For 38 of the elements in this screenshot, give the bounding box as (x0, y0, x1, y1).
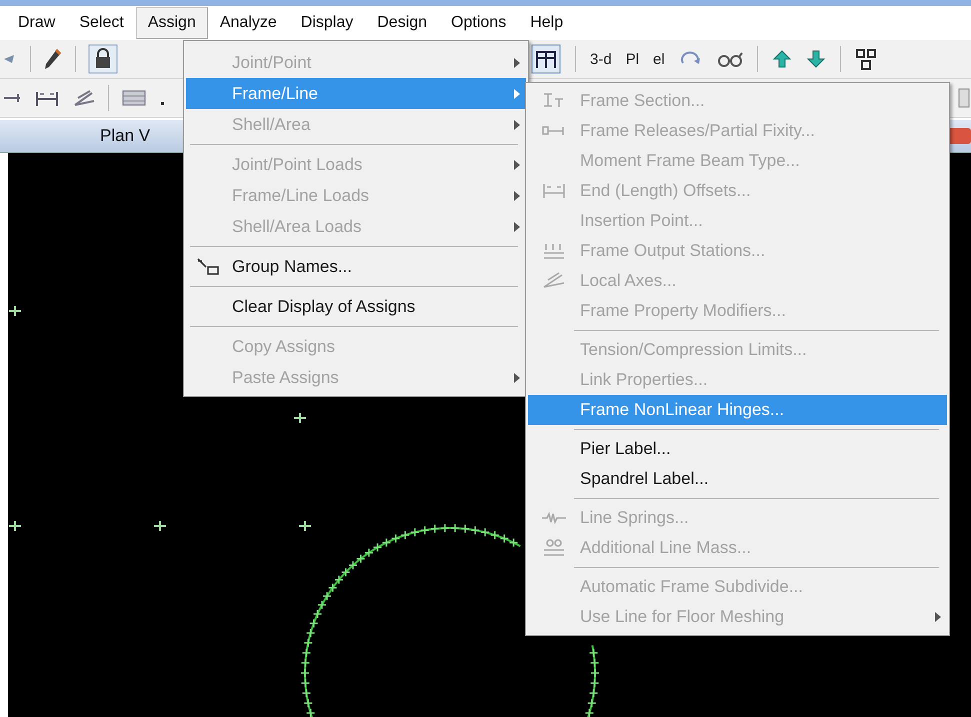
menu-bar-item[interactable]: Assign (136, 7, 208, 39)
curved-beam-drawing (583, 645, 600, 717)
joint-marker (153, 520, 167, 532)
lock-icon[interactable] (88, 44, 118, 74)
menu-bar-item[interactable]: Design (365, 7, 440, 39)
pencil-icon[interactable] (43, 47, 63, 71)
arrow-down-icon[interactable] (806, 49, 826, 69)
axes-icon (541, 271, 567, 291)
wall-icon[interactable] (121, 88, 147, 108)
offset-icon (541, 181, 567, 201)
frame-view-icon[interactable] (531, 44, 561, 74)
menu-item[interactable]: Frame NonLinear Hinges... (528, 395, 947, 425)
axes-icon[interactable] (72, 88, 96, 108)
mass-icon (541, 538, 567, 558)
menu-item[interactable]: Group Names... (186, 251, 526, 282)
joint-marker (8, 305, 22, 317)
menu-bar-item[interactable]: Draw (6, 7, 68, 39)
stations-icon (541, 241, 567, 261)
menu-bar-item[interactable]: Analyze (208, 7, 289, 39)
joint-marker (298, 520, 312, 532)
arrow-up-icon[interactable] (772, 49, 792, 69)
menu-bar-item[interactable]: Help (518, 7, 576, 39)
joint-marker (8, 520, 22, 532)
grid-icon[interactable] (854, 47, 877, 71)
menu-bar-item[interactable]: Select (67, 7, 136, 39)
menu-item[interactable]: Clear Display of Assigns (186, 291, 526, 322)
menu-item[interactable]: Spandrel Label... (528, 464, 947, 494)
group-icon (196, 256, 222, 276)
joint-marker (293, 412, 307, 424)
menu-item[interactable]: Frame/Line (186, 78, 526, 109)
menu-bar-item[interactable]: Display (288, 7, 366, 39)
menu-item[interactable]: Pier Label... (528, 434, 947, 464)
toolbar-button[interactable]: 3-d (590, 50, 612, 68)
menu-bar-item[interactable]: Options (439, 7, 518, 39)
toolbar-button[interactable]: el (653, 50, 665, 68)
view-title: Plan V (100, 126, 150, 146)
toolbar-button[interactable]: Pl (626, 50, 640, 68)
panel-icon[interactable] (957, 87, 971, 109)
